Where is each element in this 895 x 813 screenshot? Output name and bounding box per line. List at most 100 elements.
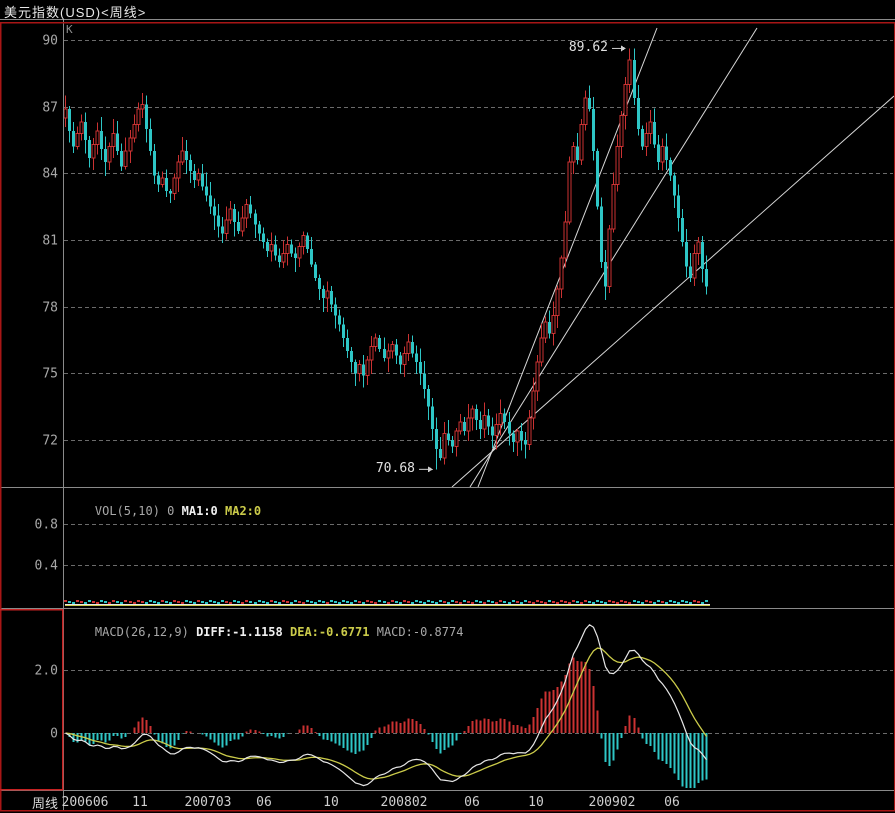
volume-tick xyxy=(141,601,144,603)
candle-body-down xyxy=(439,448,442,458)
candle-body-down xyxy=(657,144,660,163)
volume-tick xyxy=(92,601,95,603)
chart-canvas[interactable]: 90 87 84 81 78 75 72 0.8 0.4 2.0 0 200606 11 200703 06… xyxy=(0,0,895,813)
volume-tick xyxy=(528,601,531,603)
volume-tick xyxy=(96,602,99,604)
volume-axis-tick: 0.8 xyxy=(35,518,58,533)
time-axis-label: 11 xyxy=(132,795,148,810)
candle-body-down xyxy=(157,175,160,185)
macd-dea-value: DEA:-0.6771 xyxy=(290,625,370,639)
volume-tick xyxy=(661,601,664,603)
volume-tick xyxy=(628,602,631,604)
volume-tick xyxy=(419,601,422,603)
candle-body-up xyxy=(107,146,112,163)
volume-tick xyxy=(391,600,394,602)
volume-tick xyxy=(145,602,148,604)
volume-tick xyxy=(270,600,273,602)
volume-tick xyxy=(245,600,248,602)
candle-body-down xyxy=(346,337,349,352)
volume-tick xyxy=(620,600,623,602)
volume-tick xyxy=(516,601,519,603)
price-pane[interactable] xyxy=(1,22,894,488)
price-axis-tick: 78 xyxy=(42,301,58,316)
period-selector-weekly[interactable]: 周线 xyxy=(0,793,58,812)
volume-tick xyxy=(471,602,474,604)
candle-body-up xyxy=(611,183,616,230)
volume-tick xyxy=(383,601,386,603)
volume-tick xyxy=(201,601,204,603)
vol-ma2-value: MA2:0 xyxy=(225,504,262,518)
chart-window: 90 87 84 81 78 75 72 0.8 0.4 2.0 0 200606 11 200703 06… xyxy=(0,0,895,813)
candle-body-down xyxy=(520,431,523,440)
volume-tick xyxy=(290,602,293,604)
volume-tick xyxy=(407,601,410,603)
volume-tick xyxy=(705,600,708,602)
volume-tick xyxy=(149,600,152,602)
price-axis-tick: 84 xyxy=(42,167,58,182)
candle-body-up xyxy=(571,146,576,163)
candle-body-up xyxy=(615,146,620,185)
volume-tick xyxy=(338,602,341,604)
time-axis-label: 10 xyxy=(528,795,544,810)
candle-body-up xyxy=(466,417,471,432)
kline-pane-label: K xyxy=(66,23,73,36)
volume-tick xyxy=(104,601,107,603)
volume-tick xyxy=(346,601,349,603)
volume-tick xyxy=(572,600,575,602)
candle-body-down xyxy=(233,208,236,223)
candle-body-down xyxy=(677,195,680,218)
volume-tick xyxy=(512,600,515,602)
candle-body-up xyxy=(660,146,665,163)
time-axis-label: 200802 xyxy=(381,795,428,810)
candle-body-down xyxy=(350,351,353,363)
volume-tick xyxy=(350,602,353,604)
candle-body-up xyxy=(132,123,137,139)
volume-tick xyxy=(415,600,418,602)
candle-body-down xyxy=(475,408,478,420)
candle-body-up xyxy=(551,315,556,334)
candle-body-down xyxy=(479,420,482,429)
candle-body-up xyxy=(180,150,185,163)
volume-tick xyxy=(241,602,244,604)
candle-body-up xyxy=(648,121,653,134)
volume-tick xyxy=(193,602,196,604)
volume-tick xyxy=(487,600,490,602)
candle-body-down xyxy=(334,304,337,316)
macd-indicator-label[interactable]: MACD(26,12,9) xyxy=(95,625,189,639)
volume-tick xyxy=(318,600,321,602)
volume-tick xyxy=(552,601,555,603)
candle-body-down xyxy=(588,97,591,109)
candle-body-down xyxy=(524,440,527,445)
volume-tick xyxy=(153,601,156,603)
candle-body-up xyxy=(583,97,588,125)
vol-indicator-label[interactable]: VOL(5,10) xyxy=(95,504,160,518)
volume-tick xyxy=(427,600,430,602)
volume-tick xyxy=(205,602,208,604)
candle-body-down xyxy=(415,353,418,363)
volume-tick xyxy=(322,601,325,603)
volume-tick xyxy=(616,602,619,604)
volume-tick xyxy=(665,602,668,604)
candle-body-up xyxy=(559,257,564,290)
time-axis-label: 200606 xyxy=(62,795,109,810)
candle-body-down xyxy=(278,255,281,263)
volume-tick xyxy=(524,600,527,602)
volume-tick xyxy=(483,602,486,604)
candle-body-down xyxy=(641,128,644,147)
candle-body-up xyxy=(172,177,177,194)
candle-body-down xyxy=(205,186,208,196)
volume-tick xyxy=(491,601,494,603)
candle-body-down xyxy=(689,266,692,278)
volume-tick xyxy=(233,600,236,602)
volume-tick xyxy=(213,601,216,603)
candle-body-down xyxy=(576,146,579,160)
volume-tick xyxy=(459,602,462,604)
candle-body-down xyxy=(411,342,414,354)
candle-body-down xyxy=(665,146,668,160)
volume-tick xyxy=(463,600,466,602)
volume-tick xyxy=(266,602,269,604)
volume-tick xyxy=(499,600,502,602)
candle-body-down xyxy=(237,222,240,232)
price-axis-tick: 81 xyxy=(42,234,58,249)
volume-tick xyxy=(294,600,297,602)
